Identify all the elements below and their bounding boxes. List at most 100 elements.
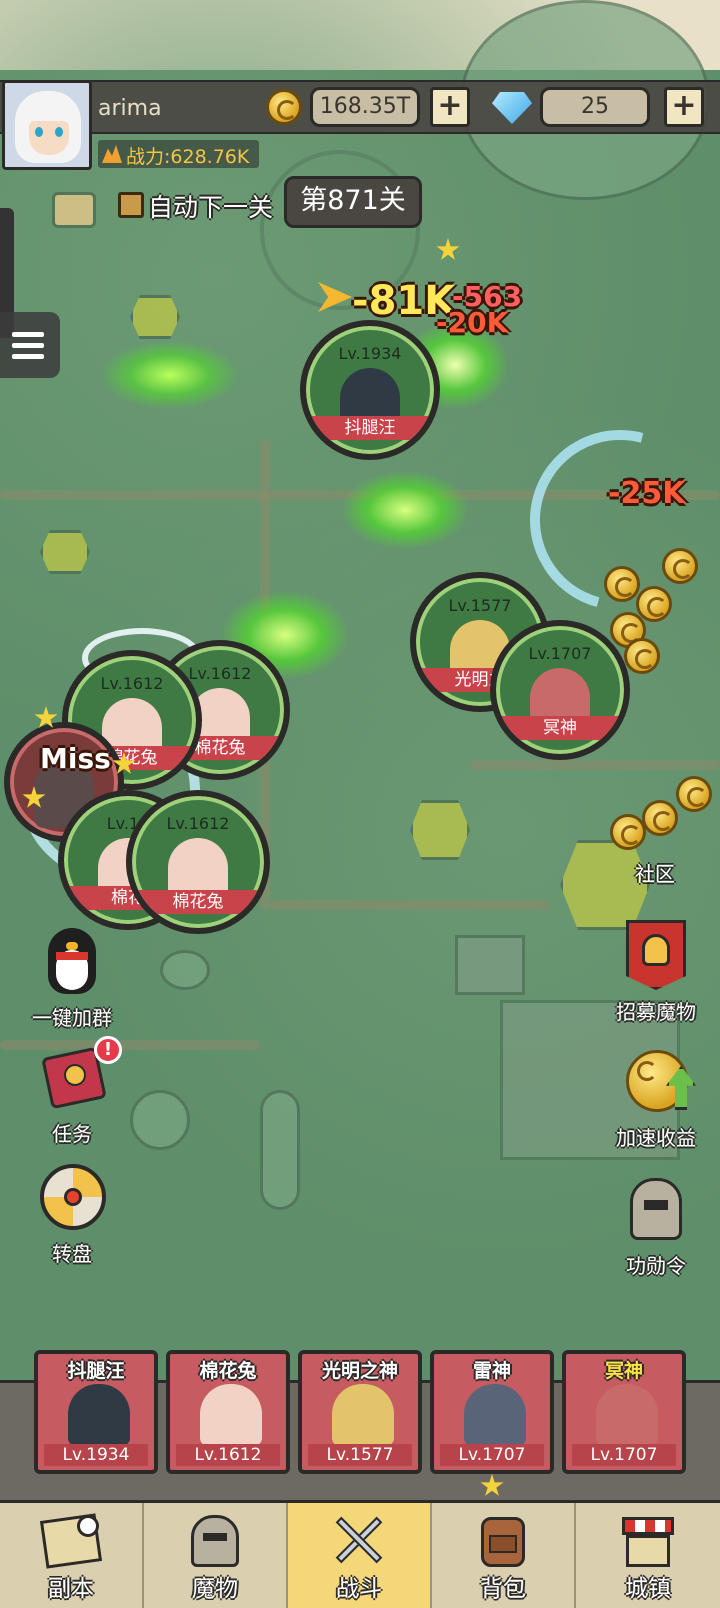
helmet-icon (620, 1174, 692, 1246)
lucky-wheel-label: 转盘 (52, 1242, 92, 1266)
map-path (470, 760, 720, 770)
monster-token[interactable]: Lv.1707 冥神 (490, 620, 630, 760)
nav-dungeon[interactable]: 副本 (0, 1503, 144, 1608)
green-slash-effect (100, 340, 240, 410)
damage-number: -25K (608, 476, 686, 511)
backpack-icon (471, 1511, 535, 1569)
monster-name: 棉花兔 (132, 890, 264, 914)
nav-battle[interactable]: 战斗 (288, 1503, 432, 1608)
nav-monsters-label: 魔物 (192, 1576, 238, 1602)
nav-battle-label: 战斗 (336, 1576, 382, 1602)
community-button[interactable]: 社区 (610, 858, 700, 887)
community-label: 社区 (635, 862, 675, 886)
wheel-icon (36, 1162, 108, 1234)
gold-coin-icon (266, 89, 302, 125)
team-member-name: 光明之神 (321, 1360, 398, 1382)
quest-button[interactable]: 任务 ! (22, 1036, 122, 1147)
monster-level: Lv.1577 (448, 596, 512, 615)
team-portrait (464, 1384, 526, 1446)
tree (260, 1090, 300, 1210)
team-portrait (200, 1384, 262, 1446)
player-name: arima (98, 96, 162, 121)
add-gold-button[interactable]: + (430, 87, 470, 127)
gold-coin-icon (676, 776, 712, 812)
team-member-name: 雷神 (472, 1360, 511, 1382)
nav-town-label: 城镇 (625, 1576, 671, 1602)
add-diamond-button[interactable]: + (664, 87, 704, 127)
team-portrait (596, 1384, 658, 1446)
gold-coin-icon (662, 548, 698, 584)
monster-level: Lv.1934 (338, 344, 402, 363)
team-card[interactable]: 抖腿汪 Lv.1934 (34, 1350, 158, 1474)
monster-name: 冥神 (496, 716, 624, 740)
team-card[interactable]: 光明之神 Lv.1577 (298, 1350, 422, 1474)
nav-town[interactable]: 城镇 (576, 1503, 720, 1608)
gold-coin-icon (624, 638, 660, 674)
monster-name: 抖腿汪 (306, 416, 434, 440)
gold-coin-icon (636, 586, 672, 622)
combat-power-text: 战力:628.76K (126, 146, 250, 168)
merit-pass-label: 功勋令 (626, 1254, 686, 1278)
monster-level: Lv.1707 (528, 644, 592, 663)
team-member-level: Lv.1577 (308, 1444, 412, 1466)
power-icon (102, 145, 122, 163)
damage-number: -20K (436, 306, 509, 339)
gold-coin-icon (642, 800, 678, 836)
crystal (410, 800, 470, 860)
team-card[interactable]: 棉花兔 Lv.1612 (166, 1350, 290, 1474)
menu-button[interactable] (0, 312, 60, 378)
gold-coin-icon (604, 566, 640, 602)
speed-income-button[interactable]: 加速收益 (594, 1046, 718, 1151)
tree (160, 950, 210, 990)
speed-income-icon (620, 1046, 696, 1118)
team-portrait (68, 1384, 130, 1446)
join-group-button[interactable]: 一键加群 (22, 926, 122, 1031)
monster-helmet-icon (183, 1511, 247, 1569)
player-avatar[interactable] (2, 80, 92, 170)
team-card[interactable]: 雷神 Lv.1707 (430, 1350, 554, 1474)
team-member-name: 冥神 (604, 1360, 643, 1382)
team-card[interactable]: 冥神 Lv.1707 (562, 1350, 686, 1474)
team-member-level: Lv.1612 (176, 1444, 280, 1466)
monster-level: Lv.1612 (166, 814, 230, 833)
nav-backpack[interactable]: 背包 (432, 1503, 576, 1608)
recruit-banner-icon (620, 920, 692, 992)
town-icon (616, 1511, 680, 1569)
combat-power: 战力:628.76K (98, 140, 260, 168)
quest-label: 任务 (52, 1122, 92, 1146)
map-icon (39, 1511, 103, 1569)
crystal (40, 530, 90, 574)
stage-indicator: 第871关 (284, 176, 422, 228)
green-slash-effect (340, 470, 470, 550)
lucky-wheel-button[interactable]: 转盘 (22, 1162, 122, 1267)
nav-monsters[interactable]: 魔物 (144, 1503, 288, 1608)
gold-amount: 168.35T (310, 87, 420, 127)
miss-indicator: Miss (40, 742, 111, 775)
auto-next-label: 自动下一关 (148, 193, 274, 222)
gold-coin-icon (610, 814, 646, 850)
penguin-icon (36, 926, 108, 998)
diamond-amount: 25 (540, 87, 650, 127)
hut (455, 935, 525, 995)
auto-next-checkbox[interactable] (118, 192, 144, 218)
quest-alert-badge: ! (94, 1036, 122, 1064)
monster-token[interactable]: Lv.1934 抖腿汪 (300, 320, 440, 460)
team-member-level: Lv.1707 (440, 1444, 544, 1466)
recruit-monster-button[interactable]: 招募魔物 (594, 920, 718, 1025)
crossed-swords-icon (327, 1511, 391, 1569)
recruit-monster-label: 招募魔物 (616, 1000, 696, 1024)
monster-token[interactable]: Lv.1612 棉花兔 (126, 790, 270, 934)
merit-pass-button[interactable]: 功勋令 (594, 1174, 718, 1279)
monster-level: Lv.1612 (100, 674, 164, 693)
speed-income-label: 加速收益 (616, 1126, 696, 1150)
crystal (130, 295, 180, 339)
join-group-label: 一键加群 (32, 1006, 112, 1030)
nav-backpack-label: 背包 (480, 1576, 526, 1602)
nav-dungeon-label: 副本 (48, 1576, 94, 1602)
team-member-name: 棉花兔 (199, 1360, 257, 1382)
team-member-name: 抖腿汪 (67, 1360, 125, 1382)
team-member-level: Lv.1707 (572, 1444, 676, 1466)
tree (130, 1090, 190, 1150)
team-portrait (332, 1384, 394, 1446)
team-member-level: Lv.1934 (44, 1444, 148, 1466)
